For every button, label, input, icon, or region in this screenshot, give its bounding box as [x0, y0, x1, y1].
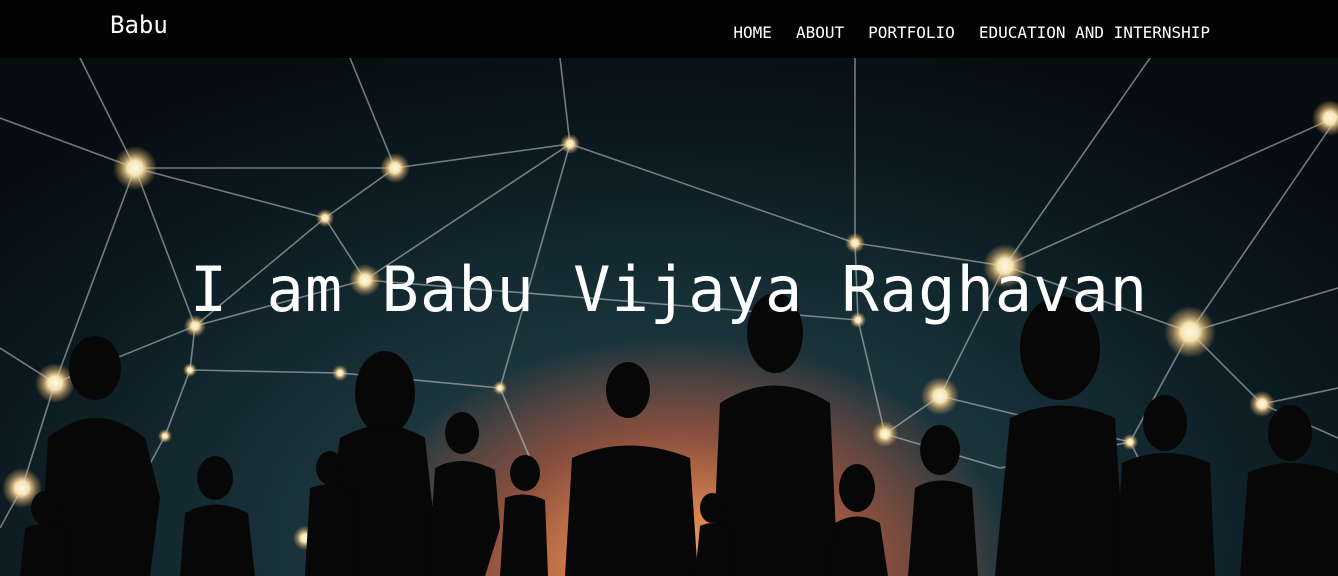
- hero-title: I am Babu Vijaya Raghavan: [189, 253, 1149, 326]
- nav-links: HOME ABOUT PORTFOLIO EDUCATION AND INTER…: [733, 22, 1210, 44]
- navbar: Babu HOME ABOUT PORTFOLIO EDUCATION AND …: [0, 0, 1338, 58]
- nav-link-education-and-internship[interactable]: EDUCATION AND INTERNSHIP: [979, 22, 1210, 44]
- nav-link-home[interactable]: HOME: [733, 22, 772, 44]
- brand-link[interactable]: Babu: [110, 10, 168, 40]
- page: Babu HOME ABOUT PORTFOLIO EDUCATION AND …: [0, 0, 1338, 576]
- nav-link-about[interactable]: ABOUT: [796, 22, 844, 44]
- hero-section: I am Babu Vijaya Raghavan: [0, 58, 1338, 576]
- crowd-silhouettes: [20, 293, 1338, 576]
- nav-link-portfolio[interactable]: PORTFOLIO: [868, 22, 955, 44]
